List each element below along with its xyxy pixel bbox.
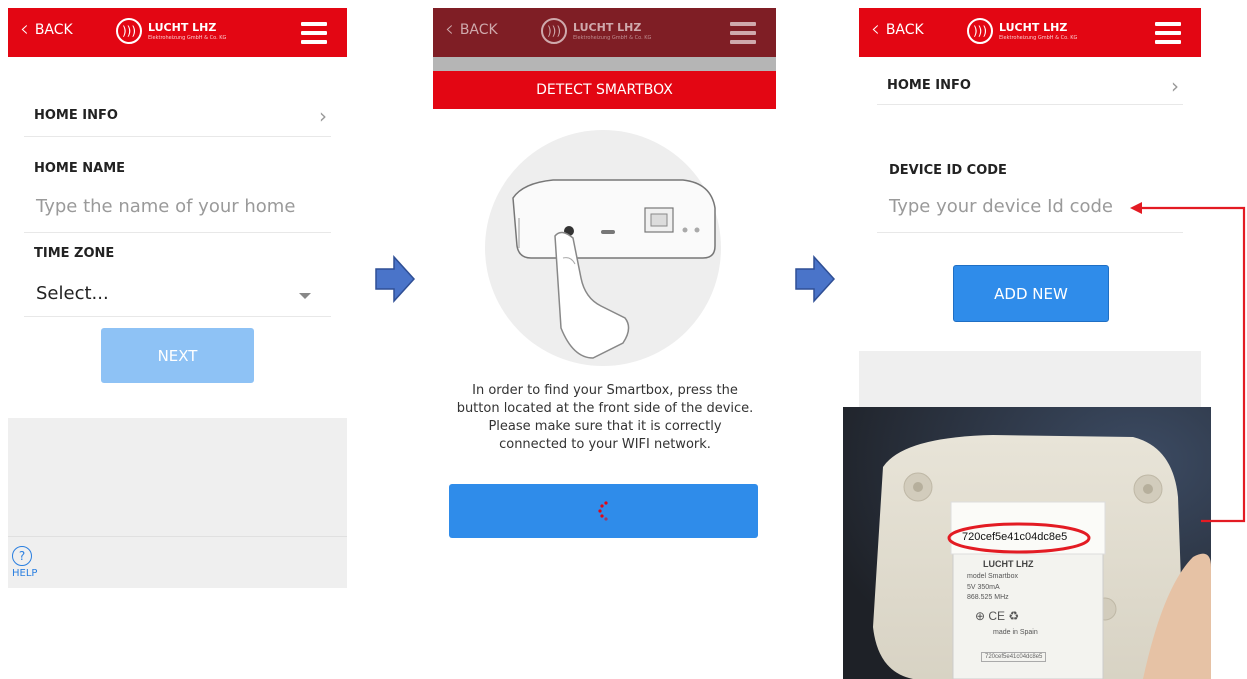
detect-smartbox-title: DETECT SMARTBOX xyxy=(536,82,673,98)
lucht-logo: ))) LUCHT LHZ Elektroheizung GmbH & Co. K… xyxy=(116,18,226,44)
home-info-title[interactable]: HOME INFO xyxy=(887,78,971,93)
back-label: BACK xyxy=(34,22,73,38)
instructions-text: In order to find your Smartbox, press th… xyxy=(456,383,754,452)
hamburger-menu-icon[interactable] xyxy=(1155,22,1181,49)
hamburger-menu-icon[interactable] xyxy=(730,22,756,49)
flame-icon: ))) xyxy=(541,18,567,44)
chevron-right-icon[interactable]: › xyxy=(1171,74,1179,98)
header-bar: ‹ BACK ))) LUCHT LHZ Elektroheizung GmbH … xyxy=(859,8,1201,57)
home-info-title[interactable]: HOME INFO xyxy=(34,108,118,123)
header-bar: ‹ BACK ))) LUCHT LHZ Elektroheizung GmbH … xyxy=(8,8,347,57)
device-id-code-text: 720cef5e41c04dc8e5 xyxy=(962,531,1068,543)
ce-mark-icon: ⊕ CE ♻ xyxy=(975,609,1020,623)
divider xyxy=(877,104,1183,105)
label-specs-text: 5V 350mA xyxy=(967,584,1000,591)
screen-home-info: ‹ BACK ))) LUCHT LHZ Elektroheizung GmbH … xyxy=(8,8,347,588)
device-id-label: DEVICE ID CODE xyxy=(889,163,1007,178)
label-made-text: made in Spain xyxy=(993,629,1038,636)
arrow-right-icon xyxy=(375,255,416,303)
lucht-logo: ))) LUCHT LHZ Elektroheizung GmbH & Co. K… xyxy=(967,18,1077,44)
chevron-left-icon: ‹ xyxy=(871,17,880,42)
add-new-button[interactable]: ADD NEW xyxy=(953,265,1109,322)
label-brand-text: LUCHT LHZ xyxy=(983,559,1034,569)
time-zone-select[interactable]: Select... xyxy=(36,283,109,304)
home-name-label: HOME NAME xyxy=(34,161,126,176)
device-id-input[interactable]: Type your device Id code xyxy=(889,196,1113,217)
next-button[interactable]: NEXT xyxy=(101,328,254,383)
back-label: BACK xyxy=(459,22,498,38)
time-zone-label: TIME ZONE xyxy=(34,246,115,261)
divider xyxy=(24,316,331,317)
help-label: HELP xyxy=(12,568,38,579)
chevron-right-icon[interactable]: › xyxy=(319,104,327,128)
hamburger-menu-icon[interactable] xyxy=(301,22,327,49)
back-button[interactable]: ‹ BACK xyxy=(20,17,73,42)
dropdown-arrow-icon[interactable] xyxy=(299,293,311,299)
arrow-right-icon xyxy=(795,255,836,303)
header-bar: ‹ BACK ))) LUCHT LHZ Elektroheizung GmbH … xyxy=(433,8,776,57)
divider xyxy=(24,232,331,233)
lucht-logo: ))) LUCHT LHZ Elektroheizung GmbH & Co. K… xyxy=(541,18,651,44)
back-button[interactable]: ‹ BACK xyxy=(871,17,924,42)
divider xyxy=(24,136,331,137)
screen-detect-smartbox: ‹ BACK ))) LUCHT LHZ Elektroheizung GmbH … xyxy=(433,8,776,568)
home-name-input[interactable]: Type the name of your home xyxy=(36,196,295,217)
label-freq-text: 868.525 MHz xyxy=(967,594,1009,601)
back-label: BACK xyxy=(885,22,924,38)
loading-spinner-icon xyxy=(597,501,608,521)
detect-smartbox-banner: DETECT SMARTBOX xyxy=(433,71,776,109)
device-id-code-small: 720cef5e41c04dc8e5 xyxy=(981,652,1047,662)
empty-area xyxy=(8,418,347,588)
smartbox-illustration xyxy=(485,130,721,366)
chevron-left-icon: ‹ xyxy=(20,17,29,42)
help-button[interactable]: ? HELP xyxy=(12,546,37,579)
detect-button[interactable] xyxy=(449,484,758,538)
chevron-left-icon: ‹ xyxy=(445,17,454,42)
red-connector-arrow xyxy=(1130,202,1246,523)
flame-icon: ))) xyxy=(967,18,993,44)
label-model-text: model Smartbox xyxy=(967,573,1018,580)
flame-icon: ))) xyxy=(116,18,142,44)
divider xyxy=(8,536,347,537)
help-icon: ? xyxy=(12,546,32,566)
grey-strip xyxy=(433,57,776,71)
back-button[interactable]: ‹ BACK xyxy=(445,17,498,42)
